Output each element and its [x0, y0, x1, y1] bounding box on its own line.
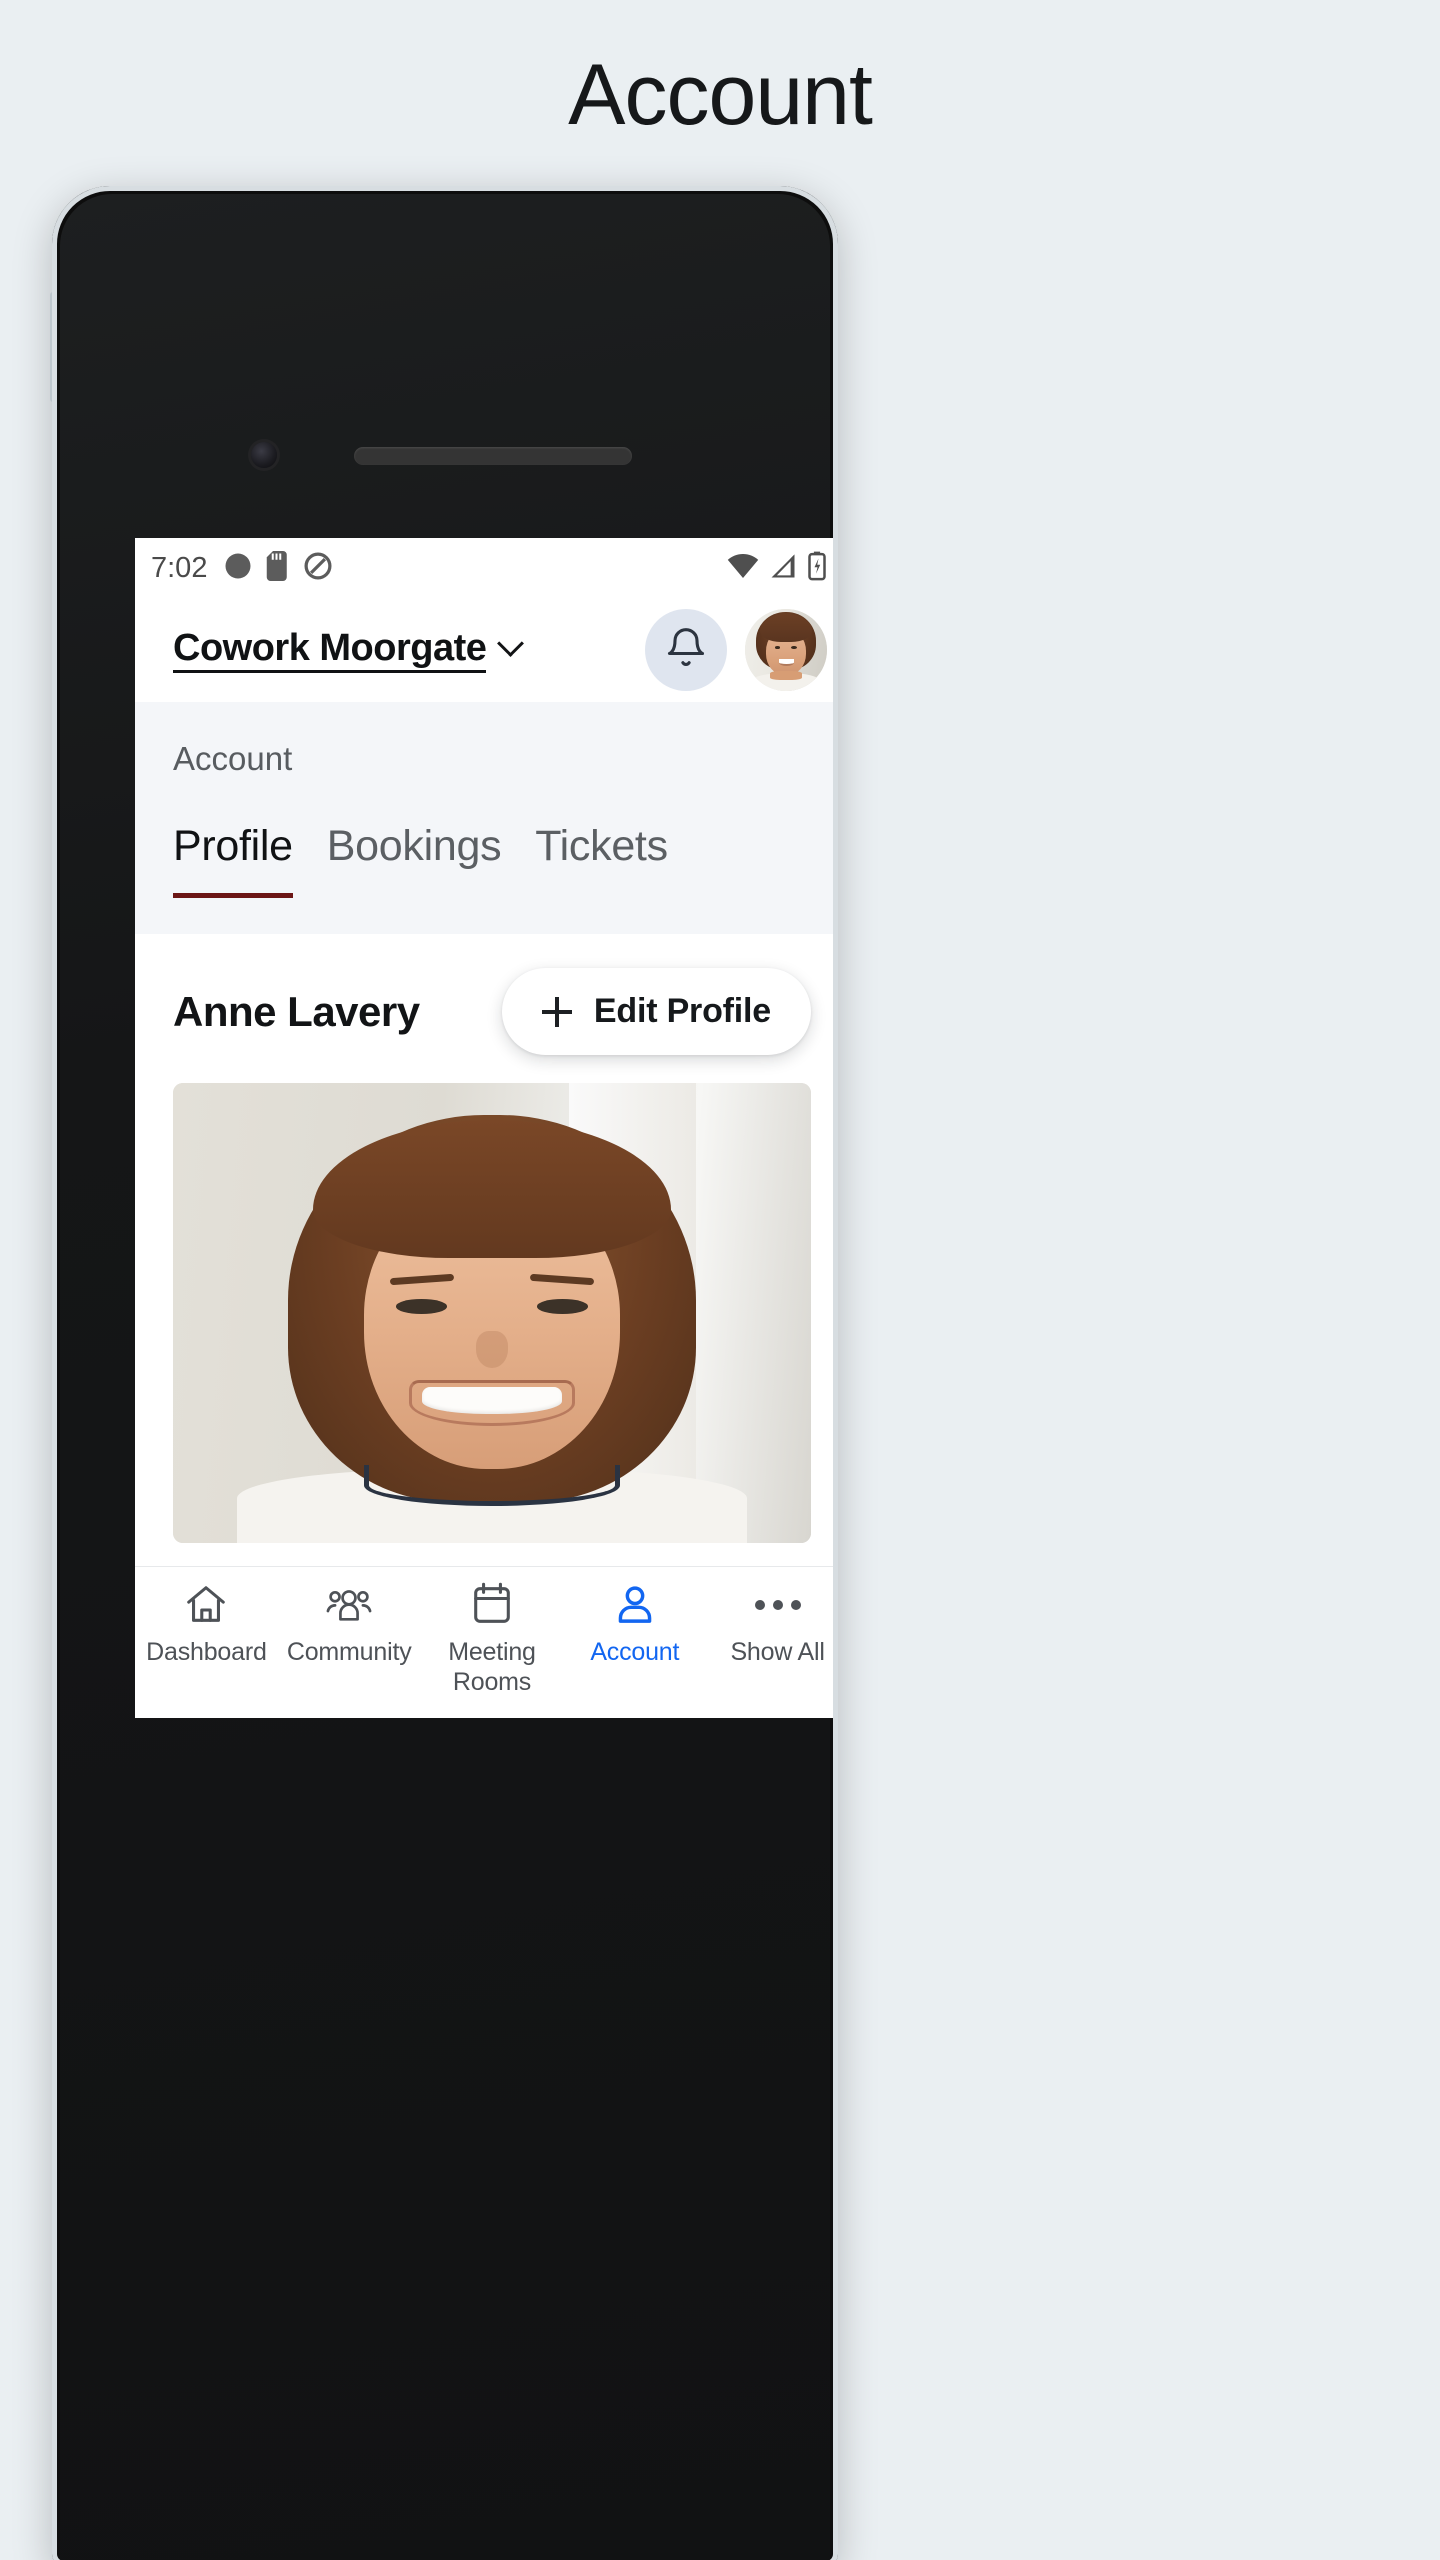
- photo-nose: [476, 1331, 508, 1369]
- bell-icon: [664, 626, 708, 675]
- sd-card-icon: [266, 550, 290, 586]
- nav-item-meeting-rooms[interactable]: Meeting Rooms: [421, 1581, 564, 1697]
- photo-necklace: [364, 1464, 620, 1507]
- plus-icon: [541, 996, 572, 1027]
- location-name: Cowork Moorgate: [173, 627, 487, 674]
- phone-screen: 7:02 Cowork Moorgate Account Profile Boo…: [135, 538, 838, 1718]
- nav-label-meeting-rooms: Meeting Rooms: [448, 1638, 536, 1696]
- tab-bookings[interactable]: Bookings: [327, 822, 502, 898]
- chevron-down-icon: [498, 632, 524, 658]
- page-title: Account: [568, 47, 873, 143]
- nav-item-community[interactable]: Community: [278, 1581, 421, 1668]
- location-selector[interactable]: Cowork Moorgate: [173, 627, 524, 674]
- nav-item-dashboard[interactable]: Dashboard: [135, 1581, 278, 1668]
- tab-tickets[interactable]: Tickets: [535, 822, 668, 898]
- status-bar: 7:02: [135, 538, 838, 598]
- tab-profile[interactable]: Profile: [173, 822, 293, 898]
- front-camera-icon: [251, 442, 277, 468]
- person-icon: [613, 1581, 657, 1629]
- nav-label-community: Community: [286, 1638, 412, 1666]
- calendar-icon: [470, 1581, 514, 1629]
- photo-teeth: [421, 1386, 563, 1415]
- photo-eye-right: [536, 1299, 588, 1314]
- nav-item-show-all[interactable]: Show All: [706, 1581, 838, 1668]
- nav-item-account[interactable]: Account: [563, 1581, 706, 1668]
- status-bar-clock: 7:02: [151, 551, 208, 584]
- edit-profile-label: Edit Profile: [593, 992, 771, 1030]
- sync-app-icon: [223, 551, 253, 586]
- volume-down-button[interactable]: [834, 1066, 838, 1266]
- people-icon: [324, 1581, 374, 1629]
- home-icon: [183, 1581, 229, 1629]
- profile-photo-container: [135, 1073, 838, 1543]
- volume-up-button[interactable]: [834, 904, 838, 1004]
- wifi-icon: [727, 552, 759, 585]
- ellipsis-icon: [754, 1581, 801, 1629]
- tab-bar: Profile Bookings Tickets: [135, 822, 838, 898]
- profile-photo[interactable]: [173, 1083, 811, 1543]
- do-not-disturb-icon: [303, 551, 333, 586]
- account-section-header: Account Profile Bookings Tickets: [135, 702, 838, 934]
- bottom-navigation-bar: Dashboard Community Meeting Rooms Accoun…: [135, 1566, 838, 1718]
- status-bar-system-icons: [727, 551, 827, 586]
- cellular-signal-icon: [769, 552, 797, 585]
- nav-label-account: Account: [590, 1638, 680, 1666]
- avatar-neck: [769, 671, 803, 680]
- battery-charging-icon: [807, 551, 827, 586]
- edit-profile-button[interactable]: Edit Profile: [501, 968, 811, 1055]
- avatar[interactable]: [745, 609, 827, 691]
- photo-eye-left: [396, 1299, 448, 1314]
- phone-device: 7:02 Cowork Moorgate Account Profile Boo…: [52, 186, 838, 2560]
- nav-label-dashboard: Dashboard: [146, 1638, 267, 1666]
- app-header: Cowork Moorgate: [135, 598, 838, 702]
- section-label: Account: [173, 740, 293, 777]
- earpiece-speaker: [354, 447, 632, 465]
- nav-label-show-all: Show All: [730, 1638, 825, 1666]
- notifications-button[interactable]: [645, 609, 727, 691]
- profile-name: Anne Lavery: [173, 987, 420, 1035]
- power-button[interactable]: [50, 292, 56, 402]
- avatar-eye-right: [790, 645, 797, 650]
- status-bar-notification-icons: [223, 550, 333, 586]
- profile-header-row: Anne Lavery Edit Profile: [135, 934, 838, 1073]
- avatar-fringe: [759, 613, 813, 642]
